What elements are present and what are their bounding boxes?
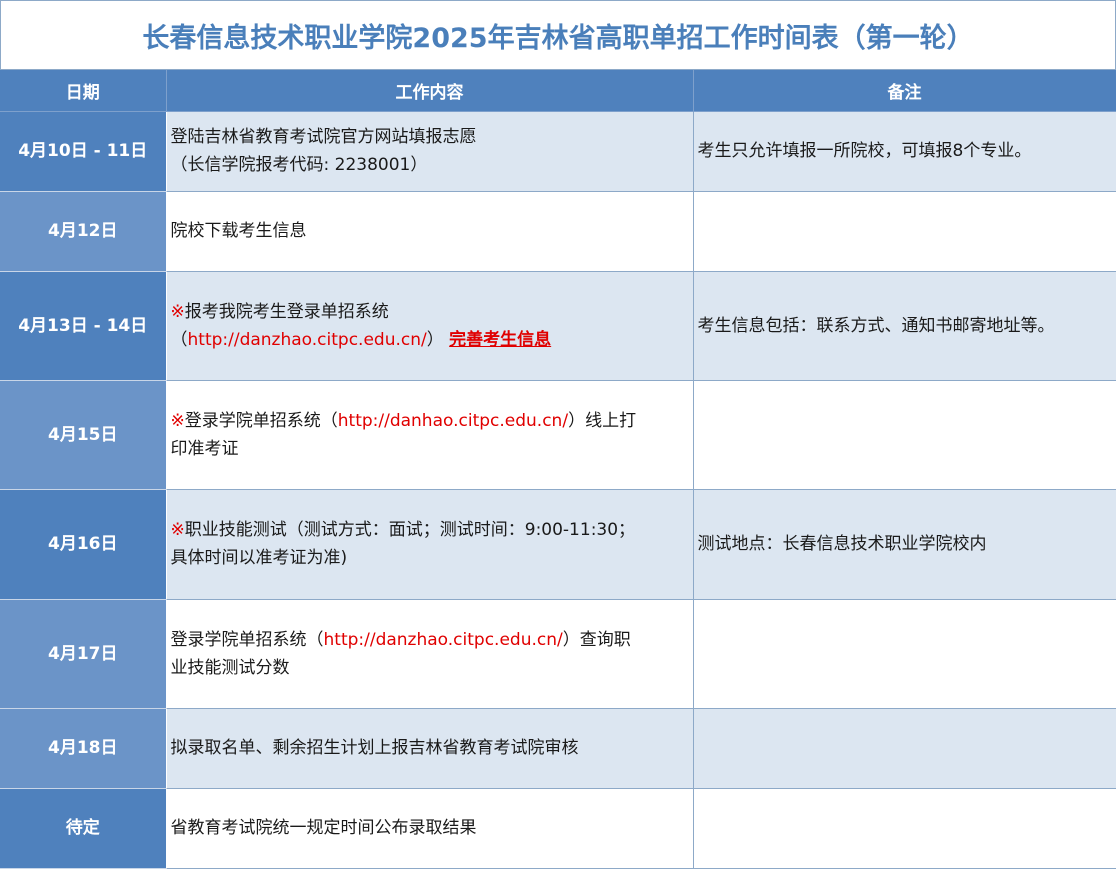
note-cell (693, 708, 1116, 789)
content-cell: ※报考我院考生登录单招系统 （http://danzhao.citpc.edu.… (166, 271, 694, 381)
header-note: 备注 (693, 70, 1116, 112)
date-cell: 4月16日 (0, 489, 167, 600)
content-text: 登陆吉林省教育考试院官方网站填报志愿 (170, 127, 477, 147)
content-text: 登录学院单招系统（ (170, 629, 324, 650)
date-cell: 4月17日 (0, 599, 167, 709)
content-cell: 登陆吉林省教育考试院官方网站填报志愿 （长信学院报考代码: 2238001） (166, 111, 694, 192)
content-text: 登录学院单招系统（ (184, 410, 338, 431)
paren-open: （ (170, 329, 188, 350)
table-row: 4月16日 ※职业技能测试（测试方式：面试；测试时间：9:00-11:30； 具… (0, 489, 1116, 600)
system-link[interactable]: http://danzhao.citpc.edu.cn/ (188, 330, 427, 350)
header-date: 日期 (0, 70, 167, 112)
content-cell: 院校下载考生信息 (166, 191, 694, 272)
schedule-sheet: 长春信息技术职业学院2025年吉林省高职单招工作时间表（第一轮） 日期 工作内容… (0, 0, 1116, 869)
content-text: 报考我院考生登录单招系统 (184, 301, 389, 322)
table-row: 4月15日 ※登录学院单招系统（http://danhao.citpc.edu.… (0, 380, 1116, 490)
content-text: 职业技能测试（测试方式：面试；测试时间：9:00-11:30； (184, 520, 636, 540)
date-cell: 4月18日 (0, 708, 167, 789)
page-title: 长春信息技术职业学院2025年吉林省高职单招工作时间表（第一轮） (0, 0, 1116, 70)
note-cell (693, 599, 1116, 709)
content-cell: 登录学院单招系统（http://danzhao.citpc.edu.cn/）查询… (166, 599, 694, 709)
content-text: 业技能测试分数 (170, 657, 290, 678)
complete-info-link[interactable]: 完善考生信息 (449, 330, 551, 350)
schedule-table: 日期 工作内容 备注 4月10日 - 11日 登陆吉林省教育考试院官方网站填报志… (0, 70, 1116, 869)
header-row: 日期 工作内容 备注 (0, 70, 1116, 112)
content-text: 印准考证 (170, 438, 239, 459)
note-cell: 测试地点：长春信息技术职业学院校内 (693, 489, 1116, 600)
paren-close: ） (426, 329, 444, 350)
date-cell: 待定 (0, 788, 167, 869)
notice-mark: ※ (170, 520, 185, 540)
note-cell (693, 788, 1116, 869)
content-text: （长信学院报考代码: 2238001） (170, 155, 428, 175)
content-text: ）线上打 (568, 410, 637, 431)
table-row: 4月12日 院校下载考生信息 (0, 191, 1116, 272)
note-cell: 考生信息包括：联系方式、通知书邮寄地址等。 (693, 271, 1116, 381)
system-link[interactable]: http://danzhao.citpc.edu.cn/ (324, 630, 563, 650)
content-cell: 拟录取名单、剩余招生计划上报吉林省教育考试院审核 (166, 708, 694, 789)
header-content: 工作内容 (166, 70, 694, 112)
table-row: 4月18日 拟录取名单、剩余招生计划上报吉林省教育考试院审核 (0, 708, 1116, 789)
content-text: ）查询职 (562, 629, 631, 650)
table-row: 4月17日 登录学院单招系统（http://danzhao.citpc.edu.… (0, 599, 1116, 709)
date-cell: 4月15日 (0, 380, 167, 490)
content-cell: 省教育考试院统一规定时间公布录取结果 (166, 788, 694, 869)
table-row: 4月10日 - 11日 登陆吉林省教育考试院官方网站填报志愿 （长信学院报考代码… (0, 111, 1116, 192)
system-link[interactable]: http://danhao.citpc.edu.cn/ (338, 411, 568, 431)
content-cell: ※职业技能测试（测试方式：面试；测试时间：9:00-11:30； 具体时间以准考… (166, 489, 694, 600)
date-cell: 4月10日 - 11日 (0, 111, 167, 192)
table-row: 待定 省教育考试院统一规定时间公布录取结果 (0, 788, 1116, 869)
notice-mark: ※ (170, 410, 185, 431)
note-cell: 考生只允许填报一所院校，可填报8个专业。 (693, 111, 1116, 192)
table-row: 4月13日 - 14日 ※报考我院考生登录单招系统 （http://danzha… (0, 271, 1116, 381)
note-cell (693, 380, 1116, 490)
content-text: 具体时间以准考证为准) (170, 548, 348, 568)
date-cell: 4月13日 - 14日 (0, 271, 167, 381)
notice-mark: ※ (170, 301, 185, 322)
note-cell (693, 191, 1116, 272)
content-cell: ※登录学院单招系统（http://danhao.citpc.edu.cn/）线上… (166, 380, 694, 490)
date-cell: 4月12日 (0, 191, 167, 272)
